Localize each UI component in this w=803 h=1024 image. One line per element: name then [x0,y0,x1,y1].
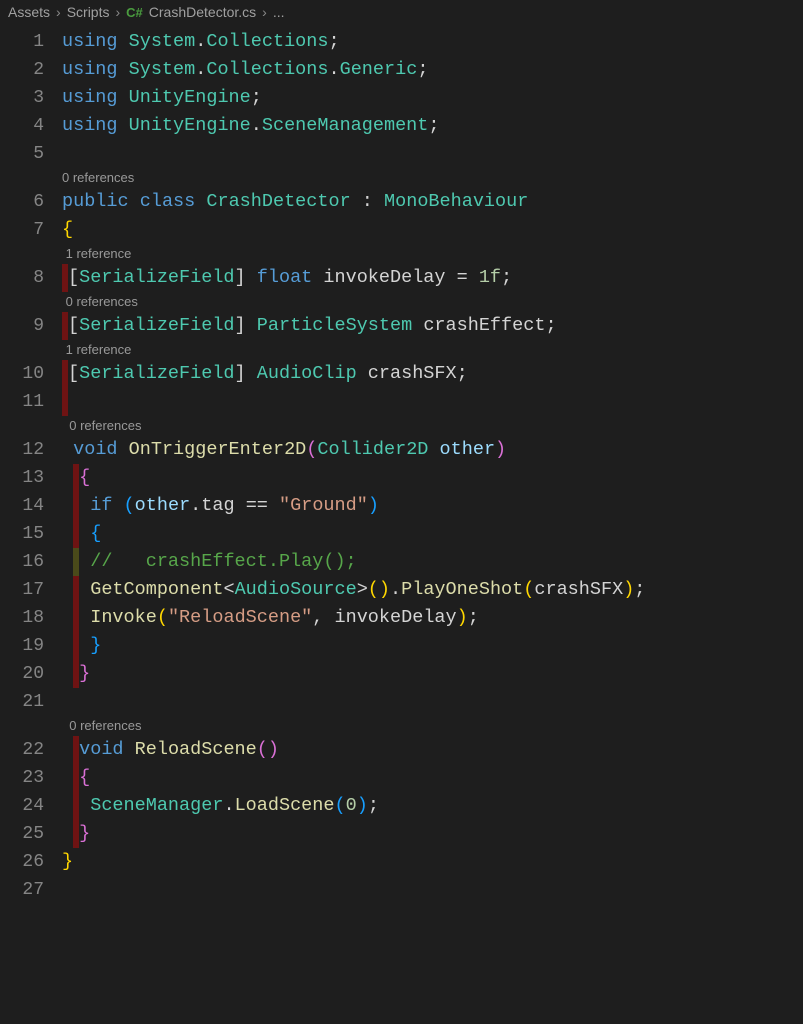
code-line: 1 using System.Collections; [0,28,803,56]
chevron-right-icon: › [262,4,267,20]
git-modified-marker [73,604,79,632]
codelens[interactable]: 0 references [0,716,803,736]
code-line: 18 Invoke("ReloadScene", invokeDelay); [0,604,803,632]
code-line: 27 [0,876,803,904]
line-number: 10 [0,360,62,388]
line-number: 25 [0,820,62,848]
line-number: 6 [0,188,62,216]
code-line: 22 void ReloadScene() [0,736,803,764]
code-line: 2 using System.Collections.Generic; [0,56,803,84]
code-line: 9 [SerializeField] ParticleSystem crashE… [0,312,803,340]
code-line: 15 { [0,520,803,548]
code-line: 17 GetComponent<AudioSource>().PlayOneSh… [0,576,803,604]
code-line: 13 { [0,464,803,492]
code-line: 23 { [0,764,803,792]
line-number: 18 [0,604,62,632]
line-number: 16 [0,548,62,576]
line-number: 24 [0,792,62,820]
line-number: 7 [0,216,62,244]
code-line: 6 public class CrashDetector : MonoBehav… [0,188,803,216]
csharp-file-icon: C# [126,5,143,20]
line-number: 5 [0,140,62,168]
code-editor[interactable]: 1 using System.Collections; 2 using Syst… [0,24,803,904]
line-number: 13 [0,464,62,492]
line-number: 11 [0,388,62,416]
git-modified-marker [73,548,79,576]
code-line: 26 } [0,848,803,876]
code-line: 16 // crashEffect.Play(); [0,548,803,576]
line-number: 22 [0,736,62,764]
codelens[interactable]: 0 references [0,292,803,312]
breadcrumb-part[interactable]: Scripts [67,4,110,20]
codelens[interactable]: 1 reference [0,340,803,360]
code-line: 19 } [0,632,803,660]
line-number: 8 [0,264,62,292]
git-modified-marker [73,632,79,660]
breadcrumb-part[interactable]: Assets [8,4,50,20]
line-number: 14 [0,492,62,520]
code-line: 12 void OnTriggerEnter2D(Collider2D othe… [0,436,803,464]
codelens[interactable]: 0 references [0,168,803,188]
line-number: 3 [0,84,62,112]
line-number: 17 [0,576,62,604]
code-line: 24 SceneManager.LoadScene(0); [0,792,803,820]
line-number: 23 [0,764,62,792]
code-line: 11 [0,388,803,416]
git-modified-marker [73,792,79,820]
code-line: 8 [SerializeField] float invokeDelay = 1… [0,264,803,292]
breadcrumb-part[interactable]: ... [273,4,285,20]
code-line: 20 } [0,660,803,688]
line-number: 19 [0,632,62,660]
line-number: 21 [0,688,62,716]
chevron-right-icon: › [115,4,120,20]
line-number: 2 [0,56,62,84]
line-number: 27 [0,876,62,904]
code-line: 14 if (other.tag == "Ground") [0,492,803,520]
code-line: 25 } [0,820,803,848]
git-modified-marker [62,388,68,416]
line-number: 9 [0,312,62,340]
line-number: 20 [0,660,62,688]
git-modified-marker [73,520,79,548]
codelens[interactable]: 1 reference [0,244,803,264]
chevron-right-icon: › [56,4,61,20]
git-modified-marker [73,576,79,604]
line-number: 4 [0,112,62,140]
code-line: 21 [0,688,803,716]
code-line: 7 { [0,216,803,244]
breadcrumb[interactable]: Assets › Scripts › C# CrashDetector.cs ›… [0,0,803,24]
code-line: 3 using UnityEngine; [0,84,803,112]
code-line: 10 [SerializeField] AudioClip crashSFX; [0,360,803,388]
line-number: 1 [0,28,62,56]
breadcrumb-part[interactable]: CrashDetector.cs [149,4,256,20]
line-number: 15 [0,520,62,548]
line-number: 26 [0,848,62,876]
codelens[interactable]: 0 references [0,416,803,436]
git-modified-marker [73,492,79,520]
code-line: 5 [0,140,803,168]
line-number: 12 [0,436,62,464]
code-line: 4 using UnityEngine.SceneManagement; [0,112,803,140]
